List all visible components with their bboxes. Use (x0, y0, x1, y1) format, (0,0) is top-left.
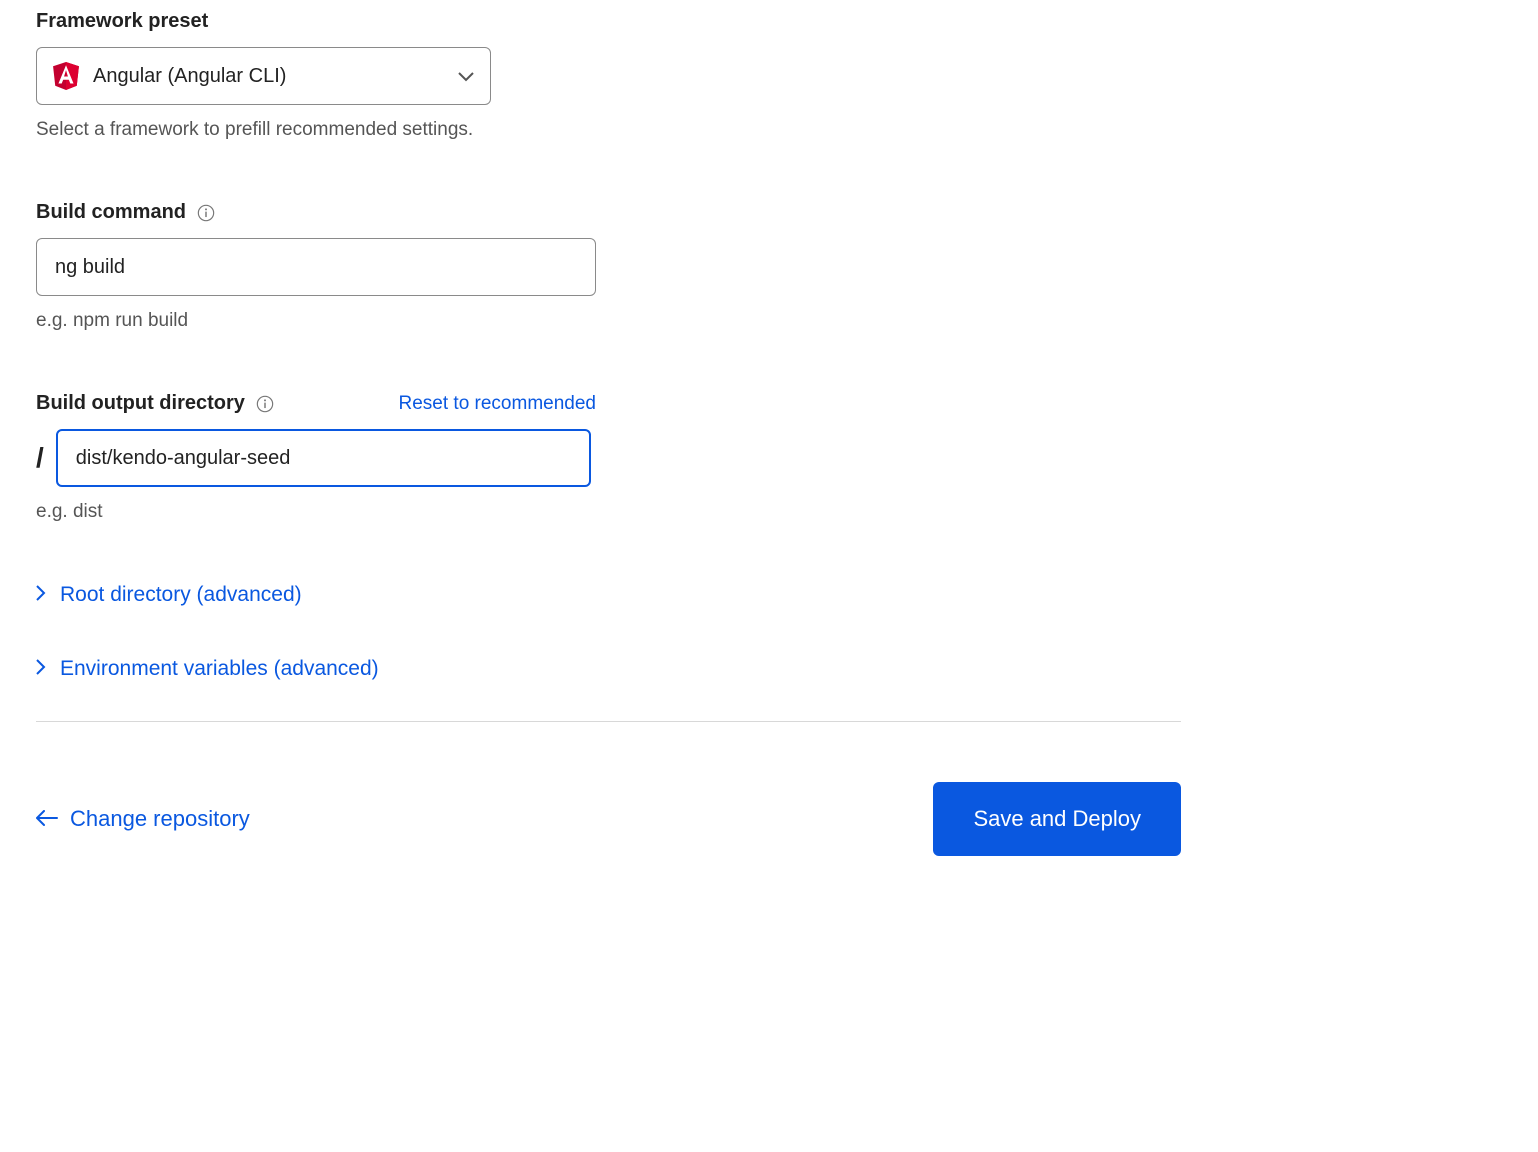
build-command-label-text: Build command (36, 201, 186, 224)
framework-preset-group: Framework preset Angular (Angular CLI) S… (36, 10, 596, 141)
env-vars-label: Environment variables (advanced) (60, 657, 379, 681)
change-repository-link[interactable]: Change repository (36, 806, 250, 832)
build-command-help: e.g. npm run build (36, 310, 596, 332)
framework-preset-help: Select a framework to prefill recommende… (36, 119, 596, 141)
build-output-label: Build output directory (36, 392, 275, 415)
root-directory-label: Root directory (advanced) (60, 583, 302, 607)
chevron-right-icon (36, 657, 46, 681)
info-icon[interactable] (196, 203, 216, 223)
change-repository-label: Change repository (70, 806, 250, 832)
footer: Change repository Save and Deploy (36, 782, 1181, 856)
angular-icon (53, 62, 79, 90)
output-prefix: / (36, 442, 44, 474)
framework-preset-value: Angular (Angular CLI) (93, 65, 458, 88)
build-output-help: e.g. dist (36, 501, 596, 523)
env-vars-toggle[interactable]: Environment variables (advanced) (36, 657, 1502, 681)
info-icon[interactable] (255, 394, 275, 414)
root-directory-toggle[interactable]: Root directory (advanced) (36, 583, 1502, 607)
build-output-label-text: Build output directory (36, 392, 245, 415)
build-command-group: Build command e.g. npm run build (36, 201, 596, 332)
chevron-right-icon (36, 583, 46, 607)
framework-preset-select[interactable]: Angular (Angular CLI) (36, 47, 491, 105)
reset-recommended-link[interactable]: Reset to recommended (399, 393, 597, 415)
build-command-input[interactable] (36, 238, 596, 296)
framework-preset-label: Framework preset (36, 10, 596, 33)
build-command-label: Build command (36, 201, 596, 224)
build-output-group: Build output directory Reset to recommen… (36, 392, 596, 523)
arrow-left-icon (36, 806, 58, 832)
divider (36, 721, 1181, 722)
save-deploy-button[interactable]: Save and Deploy (933, 782, 1181, 856)
build-output-input[interactable] (56, 429, 591, 487)
chevron-down-icon (458, 65, 474, 88)
